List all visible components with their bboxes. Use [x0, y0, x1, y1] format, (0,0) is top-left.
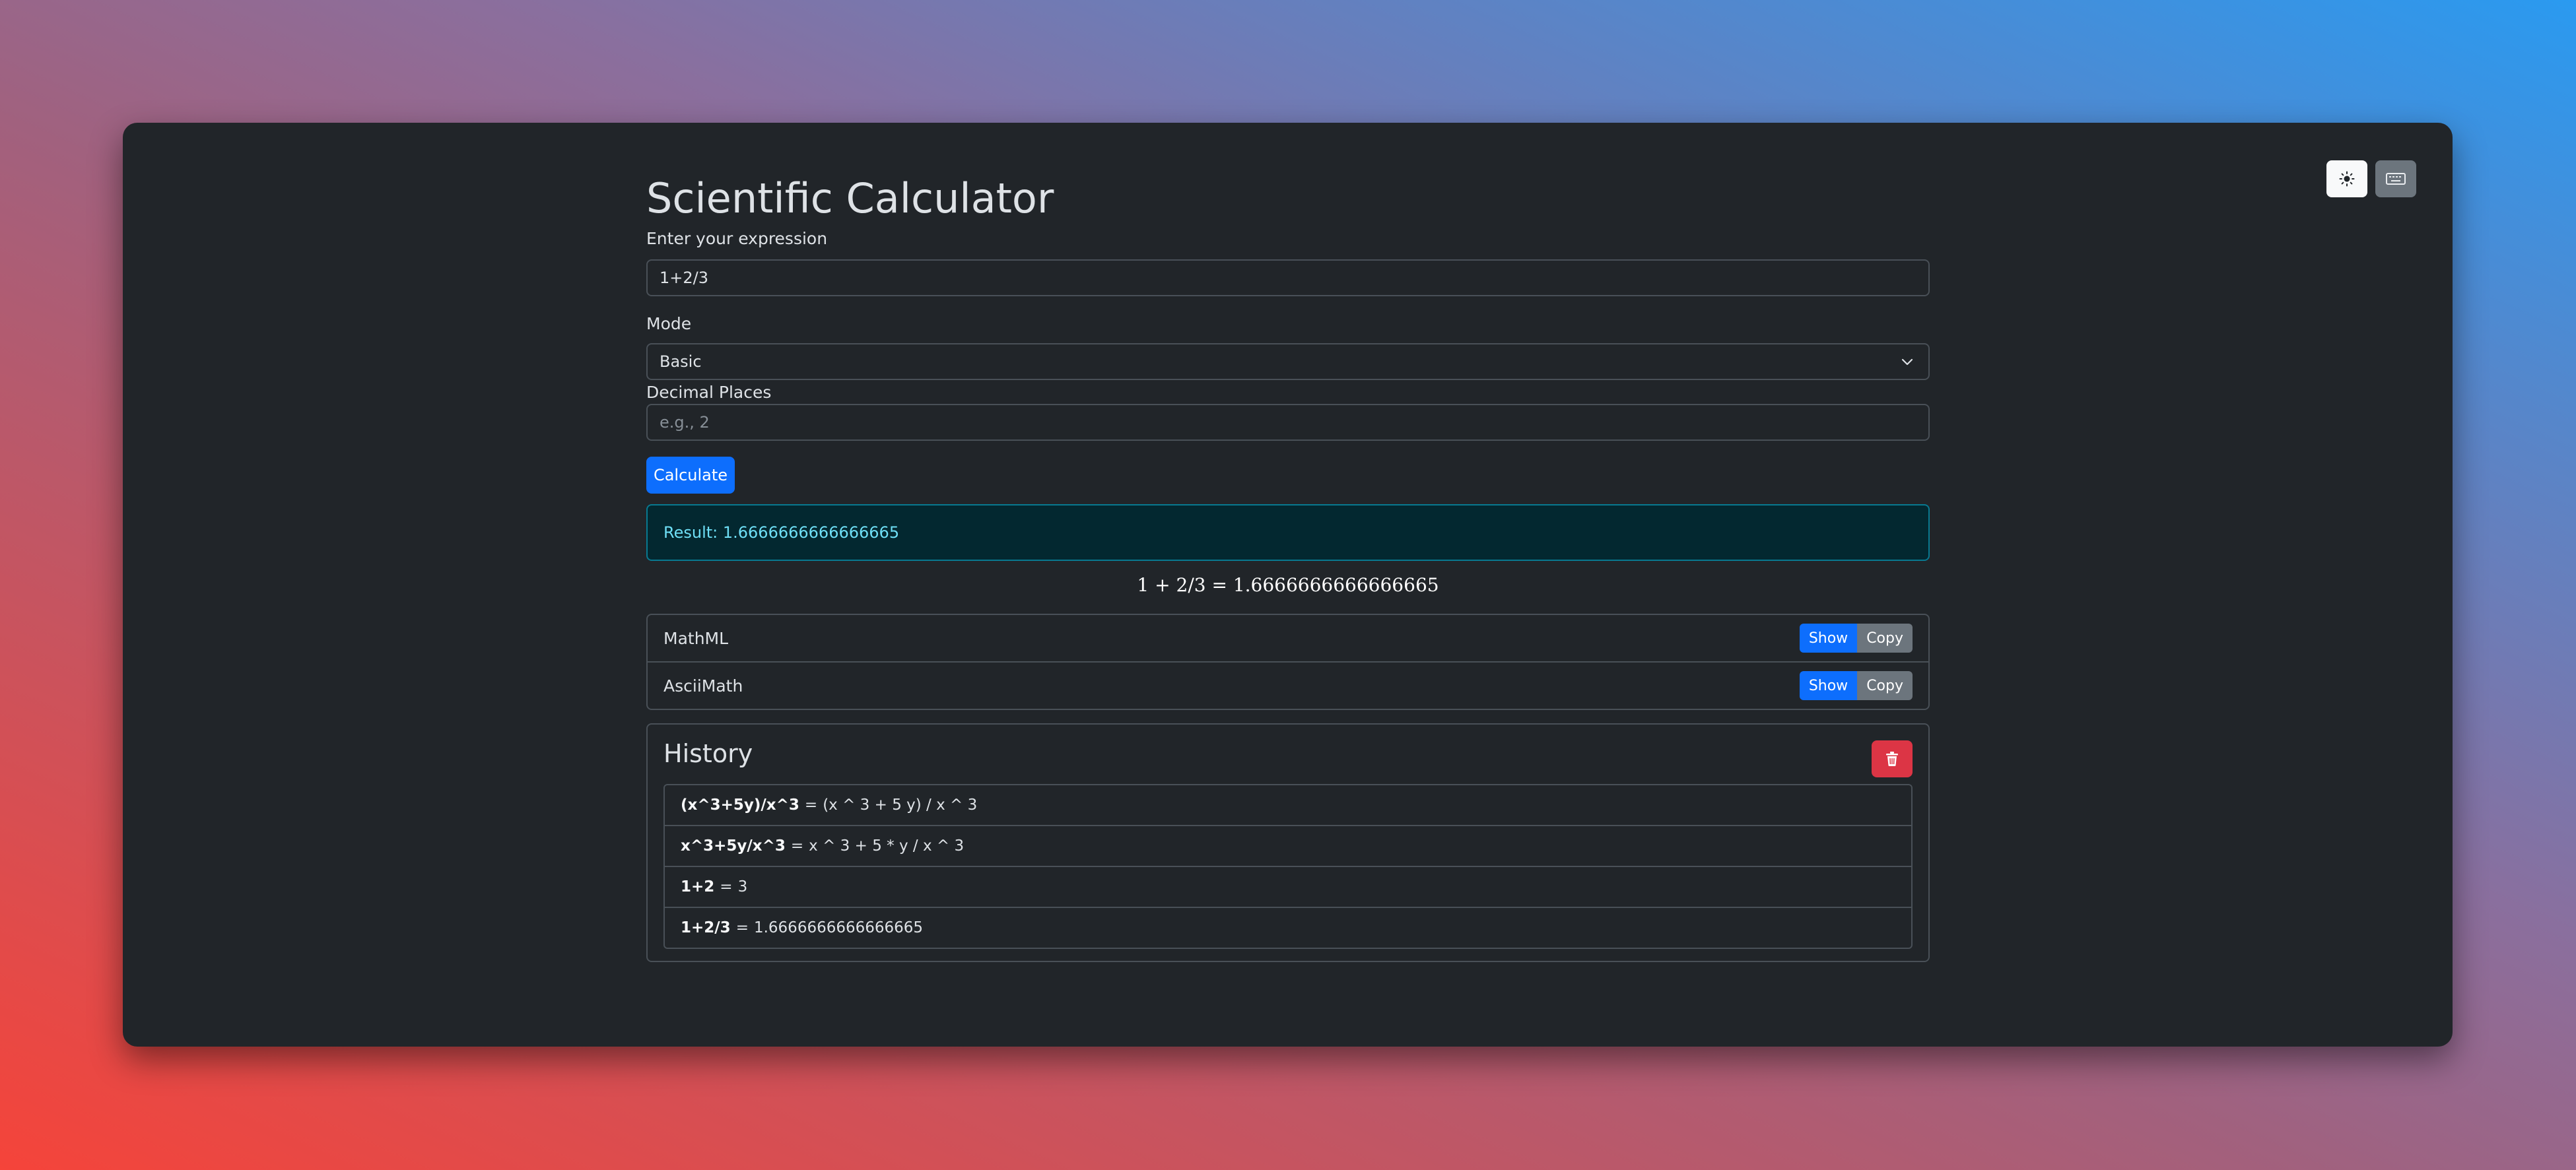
format-list: MathML Show Copy AsciiMath Show Copy	[646, 614, 1930, 710]
expression-label: Enter your expression	[646, 229, 828, 248]
history-equals: =	[790, 837, 804, 855]
trash-icon	[1886, 752, 1898, 766]
top-toolbar	[2326, 160, 2416, 197]
history-item[interactable]: x^3+5y/x^3 = x ^ 3 + 5 * y / x ^ 3	[665, 825, 1911, 866]
clear-history-button[interactable]	[1872, 740, 1913, 777]
format-button-group: Show Copy	[1799, 671, 1913, 700]
history-output: 3	[737, 878, 748, 895]
decimal-places-input[interactable]: e.g., 2	[646, 404, 1930, 441]
calculate-button[interactable]: Calculate	[646, 457, 735, 494]
chevron-down-icon	[1901, 358, 1913, 366]
history-input: 1+2/3	[681, 919, 731, 936]
history-input: 1+2	[681, 878, 715, 895]
expression-input[interactable]: 1+2/3	[646, 259, 1930, 296]
sun-icon	[2339, 171, 2355, 187]
format-name: AsciiMath	[663, 676, 743, 696]
format-row-mathml: MathML Show Copy	[648, 615, 1928, 661]
theme-toggle-button[interactable]	[2326, 160, 2367, 197]
expression-value: 1+2/3	[660, 269, 709, 287]
history-item[interactable]: (x^3+5y)/x^3 = (x ^ 3 + 5 y) / x ^ 3	[665, 785, 1911, 825]
mode-value: Basic	[660, 352, 702, 371]
history-card: History (x^3+5y)/x^3 = (x ^ 3 + 5 y) / x…	[646, 723, 1930, 962]
mode-label: Mode	[646, 314, 692, 333]
rendered-formula: 1 + 2/3 = 1.6666666666666665	[1137, 574, 1439, 596]
show-mathml-button[interactable]: Show	[1799, 624, 1858, 653]
history-output: x ^ 3 + 5 * y / x ^ 3	[809, 837, 965, 855]
result-alert: Result: 1.6666666666666665	[646, 504, 1930, 561]
history-equals: =	[804, 796, 818, 814]
history-equals: =	[735, 919, 749, 936]
decimal-places-label: Decimal Places	[646, 383, 772, 402]
history-input: x^3+5y/x^3	[681, 837, 786, 855]
copy-asciimath-button[interactable]: Copy	[1857, 671, 1913, 700]
keyboard-icon	[2386, 173, 2406, 185]
history-item[interactable]: 1+2/3 = 1.6666666666666665	[665, 907, 1911, 948]
copy-mathml-button[interactable]: Copy	[1857, 624, 1913, 653]
format-row-asciimath: AsciiMath Show Copy	[648, 661, 1928, 709]
history-equals: =	[720, 878, 733, 895]
history-output: 1.6666666666666665	[753, 919, 924, 936]
page-title: Scientific Calculator	[646, 174, 1054, 222]
decimal-places-placeholder: e.g., 2	[660, 413, 710, 432]
keyboard-button[interactable]	[2375, 160, 2416, 197]
history-list: (x^3+5y)/x^3 = (x ^ 3 + 5 y) / x ^ 3 x^3…	[663, 784, 1913, 949]
format-button-group: Show Copy	[1799, 624, 1913, 653]
show-asciimath-button[interactable]: Show	[1799, 671, 1858, 700]
history-output: (x ^ 3 + 5 y) / x ^ 3	[823, 796, 978, 814]
format-name: MathML	[663, 628, 729, 648]
history-input: (x^3+5y)/x^3	[681, 796, 799, 814]
result-text: Result: 1.6666666666666665	[663, 523, 900, 542]
mode-select[interactable]: Basic	[646, 343, 1930, 380]
history-title: History	[663, 739, 753, 768]
history-item[interactable]: 1+2 = 3	[665, 866, 1911, 907]
